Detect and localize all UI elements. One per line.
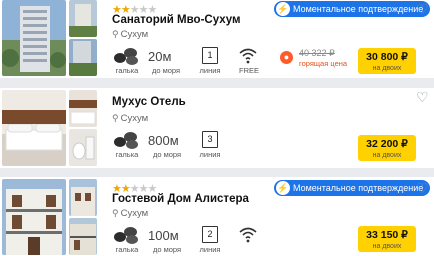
pebbles-icon: [114, 131, 140, 149]
wifi: [236, 224, 262, 254]
sea-distance: 800м до моря: [148, 129, 186, 159]
beach-line-label: линия: [199, 150, 221, 159]
location-pin-icon: ⚲: [112, 113, 119, 123]
badge-label: Моментальное подтверждение: [293, 183, 424, 193]
hotel-thumb-photo[interactable]: [69, 129, 97, 166]
hotel-thumb-photo[interactable]: [69, 0, 97, 37]
hotel-name[interactable]: Мухус Отель: [112, 96, 186, 108]
wifi: FREE: [236, 45, 262, 75]
fire-icon: ●: [280, 51, 293, 64]
sea-distance-label: до моря: [152, 150, 182, 159]
sea-distance-label: до моря: [152, 245, 182, 254]
price-value: 32 200 ₽: [366, 138, 408, 150]
hotel-name[interactable]: Санаторий Мво-Сухум: [112, 14, 241, 26]
sea-distance: 100м до моря: [148, 224, 186, 254]
beach-line-label: линия: [199, 66, 221, 75]
beach-line-label: линия: [199, 245, 221, 254]
beach-surface-label: галька: [115, 150, 139, 159]
location-pin-icon: ⚲: [112, 208, 119, 218]
beach-surface-label: галька: [115, 66, 139, 75]
beach-line-value: 3: [202, 131, 218, 148]
old-price: 40 322 ₽: [299, 48, 335, 58]
wifi-icon: [239, 227, 257, 243]
beach-line: 3 линия: [196, 129, 224, 159]
city-label: Сухум: [120, 113, 149, 124]
hotel-location: ⚲ Сухум: [112, 29, 148, 40]
beach-surface: галька: [112, 224, 142, 254]
beach-surface: галька: [112, 129, 142, 159]
wifi-label: FREE: [238, 66, 259, 75]
hotel-name[interactable]: Гостевой Дом Алистера: [112, 193, 249, 205]
price-button[interactable]: 32 200 ₽ на двоих: [358, 135, 416, 161]
hotel-location: ⚲ Сухум: [112, 113, 148, 124]
price-note: на двоих: [372, 152, 402, 159]
bolt-icon: ⚡: [276, 2, 290, 16]
wifi-icon: [239, 48, 257, 64]
hotel-thumb-photo[interactable]: [69, 90, 97, 127]
beach-line: 2 линия: [196, 224, 224, 254]
hotel-card[interactable]: ♡ Мухус Отель ⚲ Сухум галька 800м до моря…: [0, 88, 434, 168]
beach-surface-label: галька: [115, 245, 139, 254]
badge-label: Моментальное подтверждение: [293, 4, 424, 14]
bolt-icon: ⚡: [276, 181, 290, 195]
beach-surface: галька: [112, 45, 142, 75]
location-pin-icon: ⚲: [112, 29, 119, 39]
heart-icon[interactable]: ♡: [416, 90, 429, 104]
heart-icon[interactable]: ♡: [416, 181, 429, 195]
hotel-list: ★★★★★ ⚡ Моментальное подтверждение ♡ Сан…: [0, 0, 434, 256]
sea-distance-value: 800м: [148, 133, 179, 148]
heart-icon[interactable]: ♡: [416, 2, 429, 16]
beach-line: 1 линия: [196, 45, 224, 75]
price-button[interactable]: 33 150 ₽ на двоих: [358, 226, 416, 252]
pebbles-icon: [114, 226, 140, 244]
price-value: 33 150 ₽: [366, 229, 408, 241]
hotel-card[interactable]: ★★★★★ ⚡ Моментальное подтверждение ♡ Сан…: [0, 0, 434, 78]
hotel-main-photo[interactable]: [2, 0, 66, 76]
instant-confirmation-badge: ⚡ Моментальное подтверждение: [274, 1, 431, 17]
sea-distance-value: 20м: [148, 49, 172, 64]
sea-distance-label: до моря: [151, 66, 181, 75]
hotel-main-photo[interactable]: [2, 179, 66, 255]
sea-distance: 20м до моря: [148, 45, 184, 75]
sea-distance-value: 100м: [148, 228, 179, 243]
hotel-card[interactable]: ★★★★★ ⚡ Моментальное подтверждение ♡ Гос…: [0, 177, 434, 256]
hot-price-label: горящая цена: [299, 59, 348, 68]
instant-confirmation-badge: ⚡ Моментальное подтверждение: [274, 180, 431, 196]
city-label: Сухум: [120, 29, 149, 40]
hotel-thumb-photo[interactable]: [69, 179, 97, 216]
price-value: 30 800 ₽: [366, 51, 408, 63]
beach-line-value: 2: [202, 226, 218, 243]
price-button[interactable]: 30 800 ₽ на двоих: [358, 48, 416, 74]
city-label: Сухум: [120, 208, 149, 219]
hotel-location: ⚲ Сухум: [112, 208, 148, 219]
pebbles-icon: [114, 47, 140, 65]
price-note: на двоих: [372, 65, 402, 72]
hotel-thumb-photo[interactable]: [69, 39, 97, 76]
hotel-main-photo[interactable]: [2, 90, 66, 166]
beach-line-value: 1: [202, 47, 218, 64]
price-note: на двоих: [372, 243, 402, 250]
hotel-thumb-photo[interactable]: [69, 218, 97, 255]
